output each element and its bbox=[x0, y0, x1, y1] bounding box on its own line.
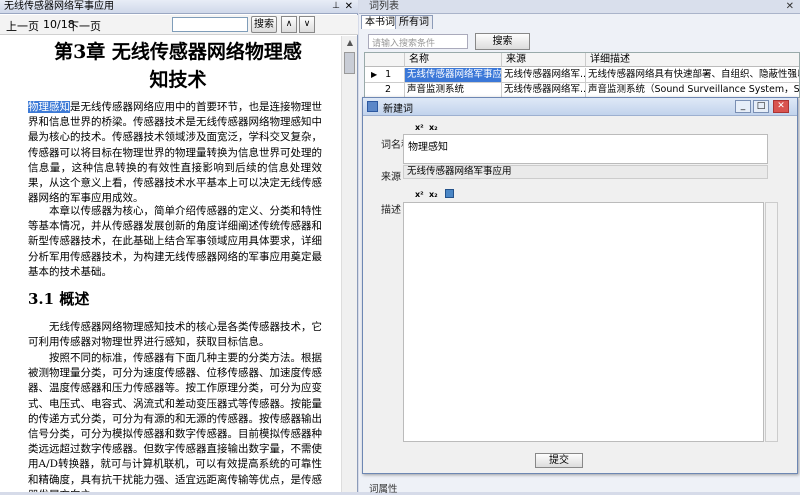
reader-pane: 无线传感器网络军事应用 ⊥ ✕ 上一页 10/18 下一页 搜索 ∧ ∨ 第3章… bbox=[0, 0, 358, 492]
subscript-icon[interactable]: x₂ bbox=[429, 123, 438, 132]
search-next-button[interactable]: ∨ bbox=[299, 16, 315, 33]
section-heading: 3.1 概述 bbox=[28, 290, 90, 308]
close-icon[interactable]: ✕ bbox=[786, 0, 794, 13]
row-number[interactable]: ▶ 1 bbox=[365, 68, 405, 83]
pin-icon[interactable]: ⊥ bbox=[332, 0, 340, 13]
chapter-title: 第3章 无线传感器网络物理感 知技术 bbox=[54, 41, 302, 91]
description-scrollbar[interactable] bbox=[765, 202, 778, 442]
superscript-icon[interactable]: x² bbox=[415, 190, 424, 199]
column-header[interactable]: 来源 bbox=[502, 53, 586, 67]
reader-title: 无线传感器网络军事应用 bbox=[4, 1, 114, 12]
close-button[interactable]: ✕ bbox=[773, 100, 789, 113]
search-prev-button[interactable]: ∧ bbox=[281, 16, 297, 33]
table-cell[interactable]: 声音监测系统（Sound Surveillance System，SOSUS..… bbox=[586, 83, 799, 97]
column-header[interactable]: 名称 bbox=[405, 53, 502, 67]
paragraph: 按照不同的标准，传感器有下面几种主要的分类方法。根据被测物理量分类，可分为速度传… bbox=[28, 352, 322, 492]
reader-toolbar: 上一页 10/18 下一页 搜索 ∧ ∨ bbox=[0, 15, 358, 35]
reader-search-button[interactable]: 搜索 bbox=[251, 16, 277, 33]
description-field[interactable] bbox=[403, 202, 764, 442]
insert-image-icon[interactable] bbox=[445, 189, 454, 198]
superscript-icon[interactable]: x² bbox=[415, 123, 424, 132]
term-list-titlebar: 词列表 ✕ bbox=[359, 0, 800, 14]
term-tabs: 本书词 所有词 bbox=[359, 14, 800, 29]
row-number[interactable]: 2 bbox=[365, 83, 405, 97]
paragraph: 物理感知是无线传感器网络应用中的首要环节，也是连接物理世界和信息世界的桥梁。传感… bbox=[28, 101, 322, 205]
minimize-button[interactable]: _ bbox=[735, 100, 751, 113]
dialog-title: 新建词 bbox=[383, 104, 413, 115]
source-label: 来源 bbox=[381, 172, 401, 183]
description-label: 描述 bbox=[381, 205, 401, 216]
scroll-up-icon[interactable]: ▲ bbox=[342, 36, 358, 50]
table-cell[interactable]: 无线传感器网络军事应用 bbox=[405, 68, 502, 83]
tab-all-terms[interactable]: 所有词 bbox=[395, 15, 433, 29]
prev-page-button[interactable]: 上一页 bbox=[6, 18, 39, 34]
document-view: 第3章 无线传感器网络物理感 知技术 物理感知是无线传感器网络应用中的首要环节，… bbox=[0, 36, 340, 492]
table-cell[interactable]: 无线传感器网络军... bbox=[502, 83, 586, 97]
new-term-dialog: 新建词 _ □ ✕ x² x₂ 词名称 物理感知 来源 无线传感器网络军事应用 … bbox=[362, 97, 798, 474]
source-field: 无线传感器网络军事应用 bbox=[403, 165, 768, 179]
reader-scrollbar[interactable]: ▲ bbox=[341, 36, 357, 492]
reader-search-input[interactable] bbox=[172, 17, 248, 32]
table-cell[interactable]: 声音监测系统 bbox=[405, 83, 502, 97]
close-icon[interactable]: ✕ bbox=[345, 0, 353, 13]
submit-button[interactable]: 提交 bbox=[535, 453, 583, 468]
app-icon bbox=[367, 101, 378, 112]
highlighted-text[interactable]: 物理感知 bbox=[28, 101, 70, 113]
name-field[interactable]: 物理感知 bbox=[403, 134, 768, 164]
column-header[interactable]: 详细描述 bbox=[586, 53, 799, 67]
table-cell[interactable]: 无线传感器网络军... bbox=[502, 68, 586, 83]
dialog-titlebar: 新建词 _ □ ✕ bbox=[363, 98, 797, 116]
paragraph: 本章以传感器为核心，简单介绍传感器的定义、分类和特性等基本情况，并从传感器发展创… bbox=[28, 205, 322, 278]
subscript-icon[interactable]: x₂ bbox=[429, 190, 438, 199]
tab-term-properties[interactable]: 词属性 bbox=[369, 481, 398, 495]
search-button[interactable]: 搜索 bbox=[475, 33, 530, 50]
next-page-button[interactable]: 下一页 bbox=[68, 18, 101, 34]
filter-input[interactable]: 请输入搜索条件 bbox=[368, 34, 468, 49]
table-cell[interactable]: 无线传感器网络具有快速部署、自组织、隐蔽性强以... bbox=[586, 68, 799, 83]
maximize-button[interactable]: □ bbox=[753, 100, 769, 113]
term-table: 名称 来源 详细描述 ▶ 1 无线传感器网络军事应用 无线传感器网络军... 无线… bbox=[364, 52, 800, 98]
scroll-thumb[interactable] bbox=[344, 52, 355, 74]
tab-book-terms[interactable]: 本书词 bbox=[361, 15, 399, 29]
reader-titlebar: 无线传感器网络军事应用 ⊥ ✕ bbox=[0, 0, 358, 14]
paragraph: 无线传感器网络物理感知技术的核心是各类传感器技术，它可利用传感器对物理世界进行感… bbox=[28, 321, 322, 349]
